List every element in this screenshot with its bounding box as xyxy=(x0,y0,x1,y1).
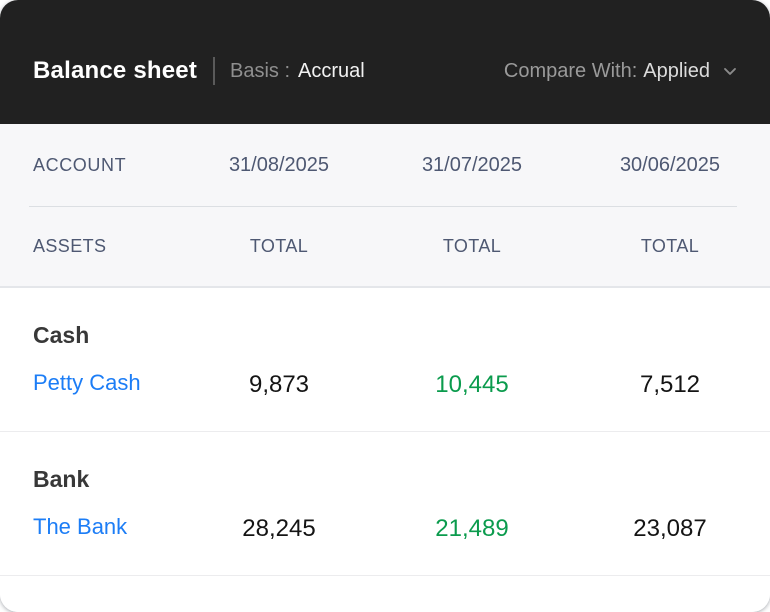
column-header-date-2: 31/07/2025 xyxy=(374,154,570,177)
page-title: Balance sheet xyxy=(33,57,197,85)
group-header-assets: ASSETS xyxy=(0,236,184,257)
value-the-bank-col3: 23,087 xyxy=(570,514,770,544)
column-header-date-1: 31/08/2025 xyxy=(184,154,374,177)
table-row-the-bank: The Bank 28,245 21,489 23,087 xyxy=(0,512,770,545)
account-link-the-bank[interactable]: The Bank xyxy=(33,514,127,539)
column-header-account: ACCOUNT xyxy=(0,155,184,176)
value-petty-cash-col2: 10,445 xyxy=(374,370,570,400)
card-header: Balance sheet Basis : Accrual Compare Wi… xyxy=(0,0,770,124)
account-link-petty-cash[interactable]: Petty Cash xyxy=(33,370,141,395)
card-footer xyxy=(0,576,770,612)
value-petty-cash-col3: 7,512 xyxy=(570,370,770,400)
total-label-2: TOTAL xyxy=(374,236,570,257)
value-the-bank-col1: 28,245 xyxy=(184,514,374,544)
table-header-totals-row: ASSETS TOTAL TOTAL TOTAL xyxy=(0,207,770,286)
header-divider xyxy=(213,57,215,85)
value-the-bank-col2: 21,489 xyxy=(374,514,570,544)
chevron-down-icon xyxy=(720,61,740,81)
compare-with-value: Applied xyxy=(643,60,710,83)
section-title-bank: Bank xyxy=(0,464,770,494)
basis-value: Accrual xyxy=(298,60,365,83)
total-label-1: TOTAL xyxy=(184,236,374,257)
section-cash: Cash Petty Cash 9,873 10,445 7,512 xyxy=(0,288,770,431)
compare-with-dropdown[interactable]: Compare With: Applied xyxy=(504,60,740,83)
table-row-petty-cash: Petty Cash 9,873 10,445 7,512 xyxy=(0,368,770,401)
basis-label: Basis : xyxy=(230,60,290,83)
column-header-date-3: 30/06/2025 xyxy=(570,154,770,177)
balance-sheet-card: Balance sheet Basis : Accrual Compare Wi… xyxy=(0,0,770,612)
value-petty-cash-col1: 9,873 xyxy=(184,370,374,400)
section-title-cash: Cash xyxy=(0,320,770,350)
section-bank: Bank The Bank 28,245 21,489 23,087 xyxy=(0,432,770,575)
basis-group: Basis : Accrual xyxy=(230,60,365,83)
compare-with-label: Compare With: xyxy=(504,60,637,83)
table-header-dates-row: ACCOUNT 31/08/2025 31/07/2025 30/06/2025 xyxy=(0,124,770,206)
total-label-3: TOTAL xyxy=(570,236,770,257)
